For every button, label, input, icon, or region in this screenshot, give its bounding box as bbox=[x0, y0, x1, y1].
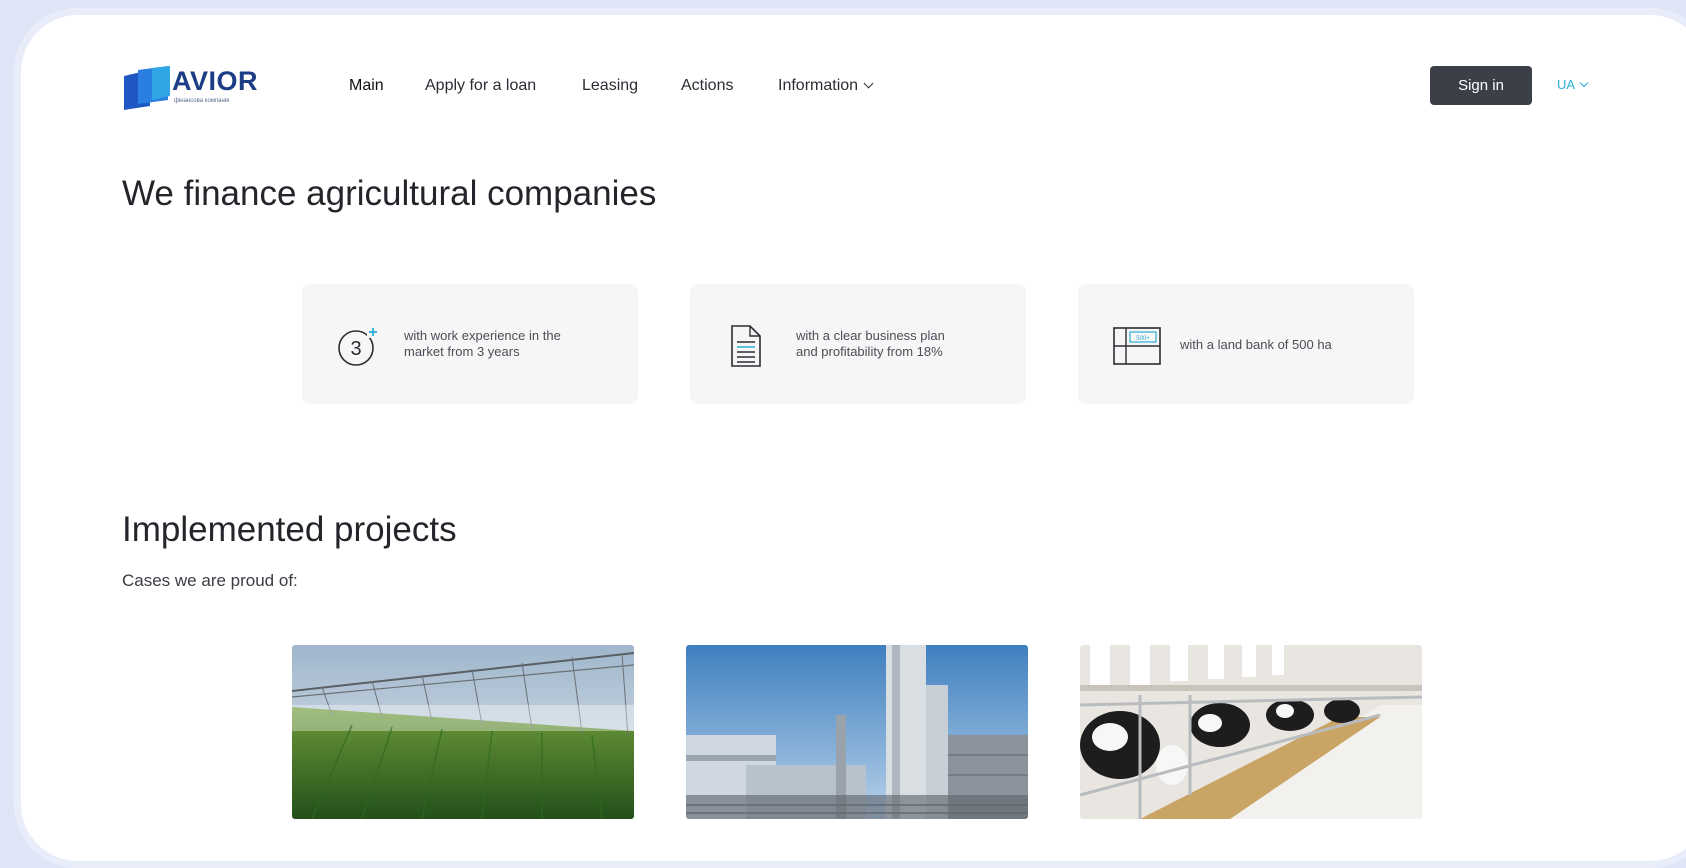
hero-title: We finance agricultural companies bbox=[122, 174, 657, 213]
dairy-farm-cows-photo[interactable] bbox=[1080, 645, 1422, 819]
language-selector[interactable]: UA bbox=[1557, 77, 1589, 92]
svg-text:3: 3 bbox=[350, 338, 361, 360]
land-plot-icon: 500+ bbox=[1113, 327, 1161, 365]
criteria-line: with a clear business plan bbox=[796, 328, 945, 343]
criteria-card-land-bank: 500+ with a land bank of 500 ha bbox=[1078, 284, 1414, 404]
page: AVIOR фінансова компанія Main Apply for … bbox=[0, 0, 1686, 826]
irrigation-field-photo[interactable] bbox=[292, 645, 634, 819]
criteria-line: with a land bank of 500 ha bbox=[1180, 337, 1332, 352]
logo-text: AVIOR bbox=[172, 66, 259, 96]
criteria-line: market from 3 years bbox=[404, 344, 520, 359]
criteria-text: with a land bank of 500 ha bbox=[1180, 337, 1332, 353]
three-years-icon: 3 bbox=[338, 326, 379, 366]
language-label: UA bbox=[1557, 77, 1576, 92]
criteria-text: with a clear business plan and profitabi… bbox=[796, 328, 945, 360]
industrial-plant-photo[interactable] bbox=[686, 645, 1028, 819]
nav-apply-for-loan[interactable]: Apply for a loan bbox=[425, 77, 536, 95]
chevron-down-icon bbox=[1579, 78, 1589, 88]
chevron-down-icon bbox=[863, 78, 874, 89]
logo-mark-icon bbox=[124, 66, 170, 110]
criteria-line: with work experience in the bbox=[404, 328, 561, 343]
criteria-text: with work experience in the market from … bbox=[404, 328, 561, 360]
sign-in-button[interactable]: Sign in bbox=[1430, 66, 1532, 105]
nav-information[interactable]: Information bbox=[778, 77, 874, 95]
nav-leasing[interactable]: Leasing bbox=[582, 77, 638, 95]
nav-information-label: Information bbox=[778, 77, 859, 94]
nav-actions[interactable]: Actions bbox=[681, 77, 733, 95]
criteria-line: and profitability from 18% bbox=[796, 344, 943, 359]
projects-title: Implemented projects bbox=[122, 510, 457, 549]
criteria-card-business-plan: with a clear business plan and profitabi… bbox=[690, 284, 1026, 404]
projects-subtitle: Cases we are proud of: bbox=[122, 571, 298, 590]
avior-logo[interactable]: AVIOR фінансова компанія bbox=[122, 66, 272, 110]
land-plot-icon-label: 500+ bbox=[1136, 336, 1150, 342]
business-plan-document-icon bbox=[731, 325, 761, 367]
nav-main[interactable]: Main bbox=[349, 77, 384, 95]
criteria-card-experience: 3 with work experience in the market fro… bbox=[302, 284, 638, 404]
logo-subtitle: фінансова компанія bbox=[174, 98, 230, 104]
